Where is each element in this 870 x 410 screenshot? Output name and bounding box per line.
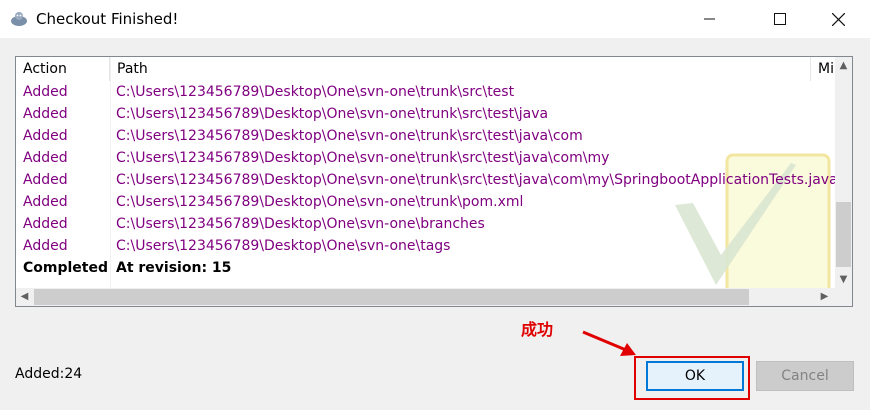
scroll-down-icon[interactable]: ▼ bbox=[835, 271, 852, 288]
row-action: Added bbox=[23, 172, 68, 188]
row-path: C:\Users\123456789\Desktop\One\svn-one\t… bbox=[116, 194, 524, 210]
window-title: Checkout Finished! bbox=[36, 10, 179, 28]
dialog-body: Action Path Mi Added C:\Users\123456789\D… bbox=[0, 38, 870, 410]
list-header: Action Path Mi bbox=[16, 57, 836, 81]
row-path: C:\Users\123456789\Desktop\One\svn-one\t… bbox=[116, 84, 515, 100]
list-item[interactable]: Added C:\Users\123456789\Desktop\One\svn-… bbox=[16, 125, 836, 147]
scroll-left-icon[interactable]: ◀ bbox=[16, 288, 33, 305]
list-item[interactable]: Added C:\Users\123456789\Desktop\One\svn-… bbox=[16, 81, 836, 103]
column-header-path[interactable]: Path bbox=[110, 57, 811, 81]
row-path: C:\Users\123456789\Desktop\One\svn-one\t… bbox=[116, 172, 838, 188]
arrow-annotation-icon bbox=[582, 330, 636, 356]
list-item[interactable]: Completed At revision: 15 bbox=[16, 257, 836, 279]
maximize-button[interactable] bbox=[757, 0, 803, 38]
row-action: Completed bbox=[23, 260, 109, 276]
list-item[interactable]: Added C:\Users\123456789\Desktop\One\svn-… bbox=[16, 169, 838, 191]
tortoisesvn-icon bbox=[11, 12, 27, 26]
horizontal-scrollbar[interactable]: ◀ ▶ bbox=[16, 288, 852, 306]
list-item[interactable]: Added C:\Users\123456789\Desktop\One\svn-… bbox=[16, 235, 836, 257]
list-item[interactable]: Added C:\Users\123456789\Desktop\One\svn-… bbox=[16, 191, 836, 213]
list-rows: Added C:\Users\123456789\Desktop\One\svn-… bbox=[16, 81, 838, 279]
list-item[interactable]: Added C:\Users\123456789\Desktop\One\svn-… bbox=[16, 213, 836, 235]
ok-button[interactable]: OK bbox=[646, 361, 744, 391]
row-action: Added bbox=[23, 238, 68, 254]
row-action: Added bbox=[23, 150, 68, 166]
row-action: Added bbox=[23, 128, 68, 144]
row-path: C:\Users\123456789\Desktop\One\svn-one\t… bbox=[116, 106, 549, 122]
success-annotation: 成功 bbox=[521, 320, 554, 339]
row-action: Added bbox=[23, 194, 68, 210]
row-action: Added bbox=[23, 106, 68, 122]
minimize-button[interactable] bbox=[687, 0, 733, 38]
row-path: At revision: 15 bbox=[116, 260, 232, 276]
list-item[interactable]: Added C:\Users\123456789\Desktop\One\svn-… bbox=[16, 103, 836, 125]
maximize-icon bbox=[774, 13, 786, 25]
column-header-action[interactable]: Action bbox=[16, 57, 110, 81]
row-path: C:\Users\123456789\Desktop\One\svn-one\t… bbox=[116, 238, 451, 254]
scroll-up-icon[interactable]: ▲ bbox=[835, 57, 852, 74]
results-list[interactable]: Action Path Mi Added C:\Users\123456789\D… bbox=[15, 56, 853, 307]
row-action: Added bbox=[23, 84, 68, 100]
minimize-icon bbox=[704, 18, 715, 20]
scroll-right-icon[interactable]: ▶ bbox=[816, 288, 833, 305]
close-icon bbox=[831, 12, 845, 26]
row-action: Added bbox=[23, 216, 68, 232]
row-path: C:\Users\123456789\Desktop\One\svn-one\t… bbox=[116, 150, 610, 166]
horizontal-scroll-thumb[interactable] bbox=[34, 289, 749, 305]
vertical-scrollbar[interactable]: ▲ ▼ bbox=[835, 57, 852, 288]
list-item[interactable]: Added C:\Users\123456789\Desktop\One\svn-… bbox=[16, 147, 836, 169]
close-button[interactable] bbox=[815, 0, 861, 38]
cancel-button[interactable]: Cancel bbox=[756, 361, 854, 391]
row-path: C:\Users\123456789\Desktop\One\svn-one\b… bbox=[116, 216, 485, 232]
title-bar: Checkout Finished! bbox=[0, 0, 870, 38]
added-count-label: Added:24 bbox=[15, 366, 83, 382]
row-path: C:\Users\123456789\Desktop\One\svn-one\t… bbox=[116, 128, 583, 144]
vertical-scroll-thumb[interactable] bbox=[836, 202, 851, 267]
scrollbar-corner bbox=[835, 288, 852, 306]
